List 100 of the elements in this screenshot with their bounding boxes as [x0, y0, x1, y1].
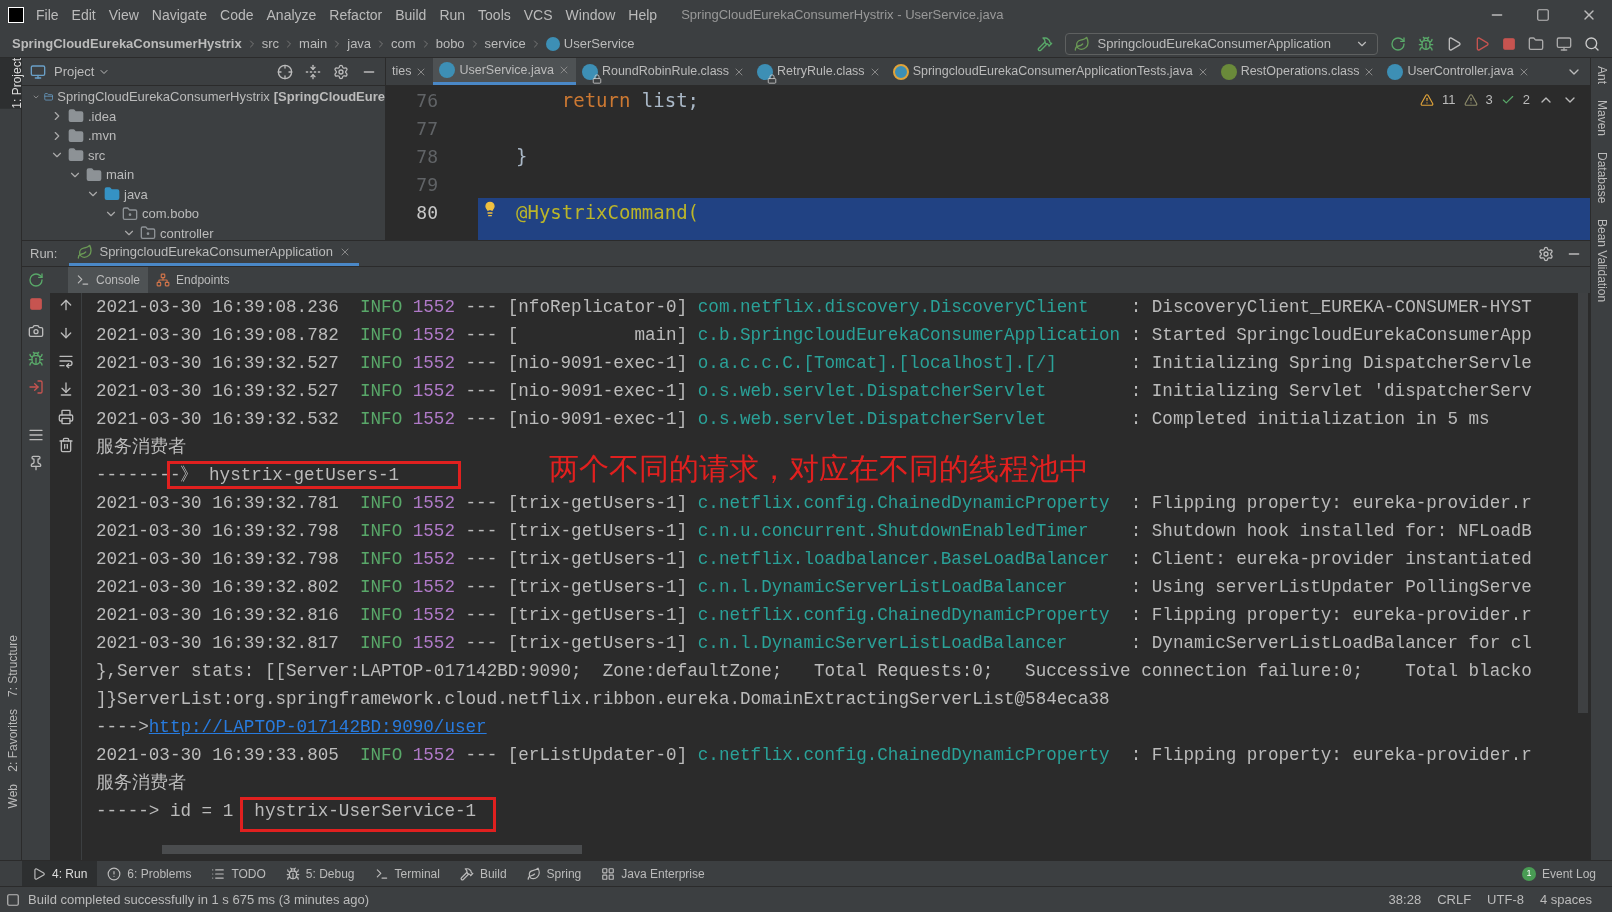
tree-item[interactable]: SpringCloudEurekaConsumerHystrix: [57, 87, 270, 107]
breadcrumb[interactable]: SpringCloudEurekaConsumerHystrix: [12, 33, 242, 54]
warning-count[interactable]: 11: [1442, 90, 1456, 110]
tool-window-tab[interactable]: Build: [449, 861, 517, 886]
horizontal-scrollbar[interactable]: [162, 845, 582, 854]
breadcrumb[interactable]: com: [391, 33, 416, 54]
menu-item[interactable]: Navigate: [151, 4, 208, 26]
log-message: : Flipping property: eureka-provider.r: [1130, 603, 1532, 627]
camera-icon[interactable]: [28, 323, 44, 339]
collapse-all-icon[interactable]: [305, 63, 321, 80]
menu-item[interactable]: Edit: [71, 4, 96, 26]
project-view-dropdown[interactable]: Project: [54, 61, 111, 82]
tool-window-tab[interactable]: 1: Project: [0, 58, 22, 109]
log-logger: c.netflix.config.ChainedDynamicProperty: [697, 492, 1110, 513]
soft-wrap-icon[interactable]: [57, 353, 74, 369]
log-pid: 1552: [412, 491, 455, 515]
trash-icon[interactable]: [57, 437, 74, 453]
editor-tab[interactable]: ties: [386, 58, 434, 85]
menu-item[interactable]: View: [108, 4, 139, 26]
tool-windows-icon[interactable]: [6, 892, 20, 907]
tool-window-tab[interactable]: Web: [0, 783, 22, 808]
tree-item[interactable]: .idea: [88, 106, 117, 126]
tree-item[interactable]: main: [106, 165, 135, 185]
tool-window-tab[interactable]: Ant: [1588, 66, 1612, 84]
breadcrumb[interactable]: main: [299, 33, 328, 54]
console-text: --------》: [96, 463, 199, 487]
tree-item[interactable]: controller: [160, 223, 214, 240]
log-level: INFO: [359, 519, 403, 543]
tool-window-tab[interactable]: 7: Structure: [0, 634, 22, 697]
status-item[interactable]: 38:28: [1388, 889, 1422, 910]
breadcrumb[interactable]: bobo: [435, 33, 465, 54]
pin-icon[interactable]: [28, 455, 44, 471]
rerun-icon[interactable]: [28, 272, 44, 288]
folder-icon[interactable]: [1528, 35, 1544, 52]
status-item[interactable]: UTF-8: [1487, 889, 1524, 910]
breadcrumb[interactable]: src: [261, 33, 280, 54]
log-timestamp: 2021-03-30 16:39:32.817: [96, 631, 339, 655]
breadcrumb[interactable]: java: [347, 33, 372, 54]
url-link[interactable]: http://LAPTOP-017142BD:9090/user: [148, 713, 487, 741]
settings-icon[interactable]: [1538, 245, 1554, 262]
editor-tab[interactable]: RestOperations.class: [1214, 58, 1382, 85]
tool-window-tab[interactable]: 6: Problems: [97, 861, 202, 886]
console-tab[interactable]: Endpoints: [148, 267, 238, 293]
menu-item[interactable]: Analyze: [266, 4, 317, 26]
log-thread: [nio-9091-exec-1]: [507, 407, 688, 431]
run-config-dropdown[interactable]: SpringcloudEurekaConsumerApplication: [1064, 32, 1378, 55]
tree-item[interactable]: java: [124, 184, 148, 204]
console-text: -----> id = 1: [96, 799, 234, 823]
editor-tab[interactable]: SpringcloudEurekaConsumerApplicationTests.java: [886, 58, 1215, 85]
menu-item[interactable]: Refactor: [329, 4, 383, 26]
tool-window-tab[interactable]: Bean Validation: [1588, 219, 1612, 303]
tool-window-tab[interactable]: Spring: [516, 861, 592, 886]
tool-window-tab[interactable]: Terminal: [364, 861, 450, 886]
weak-warning-count[interactable]: 3: [1485, 90, 1493, 110]
console-tab[interactable]: Console: [68, 267, 149, 293]
tool-window-tab[interactable]: Java Enterprise: [591, 861, 715, 886]
status-item[interactable]: 4 spaces: [1539, 889, 1592, 910]
tool-window-tab[interactable]: 4: Run: [22, 861, 98, 886]
layout-icon[interactable]: [28, 427, 44, 443]
maximize-icon[interactable]: [1536, 8, 1550, 22]
menu-item[interactable]: Tools: [478, 4, 511, 26]
rerun-icon[interactable]: [1390, 35, 1406, 52]
print-icon[interactable]: [57, 409, 74, 425]
breadcrumb[interactable]: service: [484, 33, 526, 54]
menu-item[interactable]: Help: [628, 4, 658, 26]
exit-icon[interactable]: [28, 379, 44, 395]
menu-item[interactable]: File: [36, 4, 59, 26]
menu-item[interactable]: Run: [439, 4, 466, 26]
tree-item[interactable]: com.bobo: [142, 204, 200, 224]
menu-item[interactable]: Window: [565, 4, 616, 26]
coverage-icon[interactable]: [1446, 35, 1462, 52]
editor-tab[interactable]: UserService.java: [433, 58, 576, 85]
status-item[interactable]: CRLF: [1437, 889, 1472, 910]
tool-window-tab[interactable]: TODO: [201, 861, 276, 886]
settings-icon[interactable]: [333, 63, 349, 80]
tool-window-tab[interactable]: Database: [1588, 152, 1612, 204]
locate-icon[interactable]: [277, 63, 293, 80]
tree-item[interactable]: .mvn: [88, 126, 117, 146]
menu-item[interactable]: Code: [220, 4, 254, 26]
bug-icon[interactable]: [1418, 35, 1434, 52]
profile-icon[interactable]: [1474, 35, 1490, 52]
tree-item[interactable]: src: [88, 145, 106, 165]
lightbulb-icon[interactable]: [482, 201, 498, 217]
log-timestamp: 2021-03-30 16:39:32.781: [96, 491, 339, 515]
monitor-icon[interactable]: [1556, 35, 1572, 52]
menu-item[interactable]: VCS: [523, 4, 553, 26]
tool-window-tab[interactable]: 2: Favorites: [0, 708, 22, 772]
tool-window-tab[interactable]: 5: Debug: [275, 861, 365, 886]
tool-window-tab[interactable]: Maven: [1588, 100, 1612, 137]
hammer-icon[interactable]: [1036, 35, 1053, 52]
typo-count[interactable]: 2: [1522, 90, 1530, 110]
stop-icon[interactable]: [1502, 36, 1516, 51]
log-level: INFO: [359, 407, 403, 431]
editor-tab[interactable]: UserController.java: [1381, 58, 1536, 85]
menu-item[interactable]: Build: [395, 4, 427, 26]
bug-icon[interactable]: [28, 351, 44, 367]
stop-icon[interactable]: [29, 297, 43, 311]
search-icon[interactable]: [1584, 35, 1600, 52]
event-log-tab[interactable]: 1 Event Log: [1521, 861, 1596, 886]
breadcrumb[interactable]: UserService: [563, 33, 635, 54]
